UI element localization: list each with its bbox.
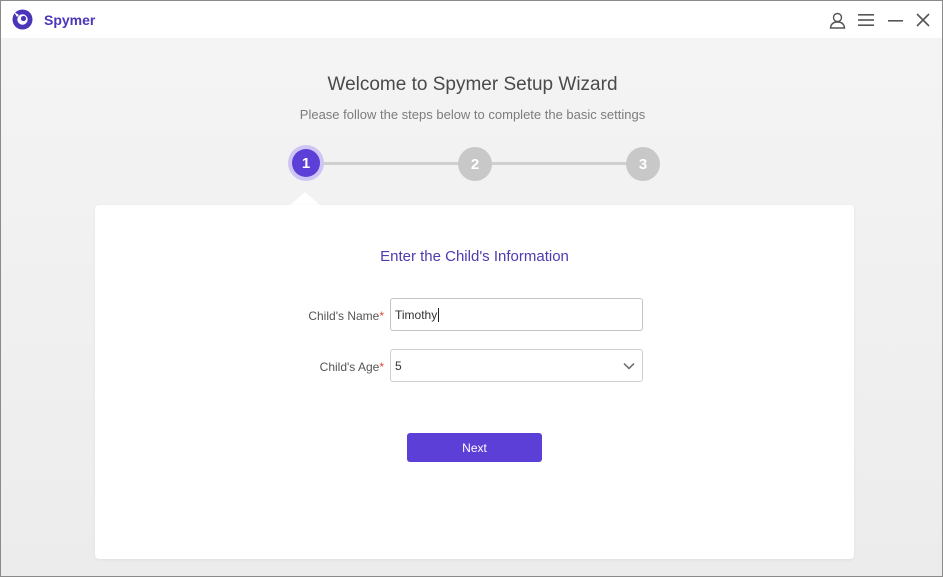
child-name-label: Child's Name* <box>184 309 384 323</box>
close-icon <box>916 13 930 27</box>
minimize-icon <box>887 19 903 22</box>
form-title: Enter the Child's Information <box>380 248 569 265</box>
child-age-label: Child's Age* <box>184 360 384 374</box>
child-name-label-text: Child's Name <box>308 309 380 323</box>
title-bar: Spymer <box>1 1 942 38</box>
menu-icon <box>858 14 874 26</box>
chevron-down-icon <box>623 362 635 370</box>
user-account-button[interactable] <box>826 9 848 31</box>
step-3: 3 <box>626 147 660 181</box>
step-2: 2 <box>458 147 492 181</box>
required-mark: * <box>379 360 384 374</box>
user-icon <box>829 12 845 29</box>
close-button[interactable] <box>912 9 934 31</box>
app-name: Spymer <box>44 12 96 28</box>
step-connector <box>321 162 461 165</box>
step-connector <box>491 162 629 165</box>
child-age-value: 5 <box>395 358 402 373</box>
text-cursor <box>438 307 440 322</box>
spymer-logo-icon <box>12 9 33 30</box>
app-window: Spymer Welcome to Spymer Setup Wizard Pl… <box>0 0 943 577</box>
next-button[interactable]: Next <box>407 433 542 462</box>
card-pointer <box>289 192 321 206</box>
child-info-card: Enter the Child's Information Child's Na… <box>95 205 854 559</box>
step-1: 1 <box>292 149 320 177</box>
child-name-value: Timothy <box>395 307 438 322</box>
child-name-input[interactable]: Timothy <box>390 298 643 331</box>
child-age-select[interactable]: 5 <box>390 349 643 382</box>
required-mark: * <box>379 309 384 323</box>
child-age-label-text: Child's Age <box>319 360 380 374</box>
minimize-button[interactable] <box>884 9 906 31</box>
wizard-content: Welcome to Spymer Setup Wizard Please fo… <box>1 38 942 576</box>
menu-button[interactable] <box>855 9 877 31</box>
